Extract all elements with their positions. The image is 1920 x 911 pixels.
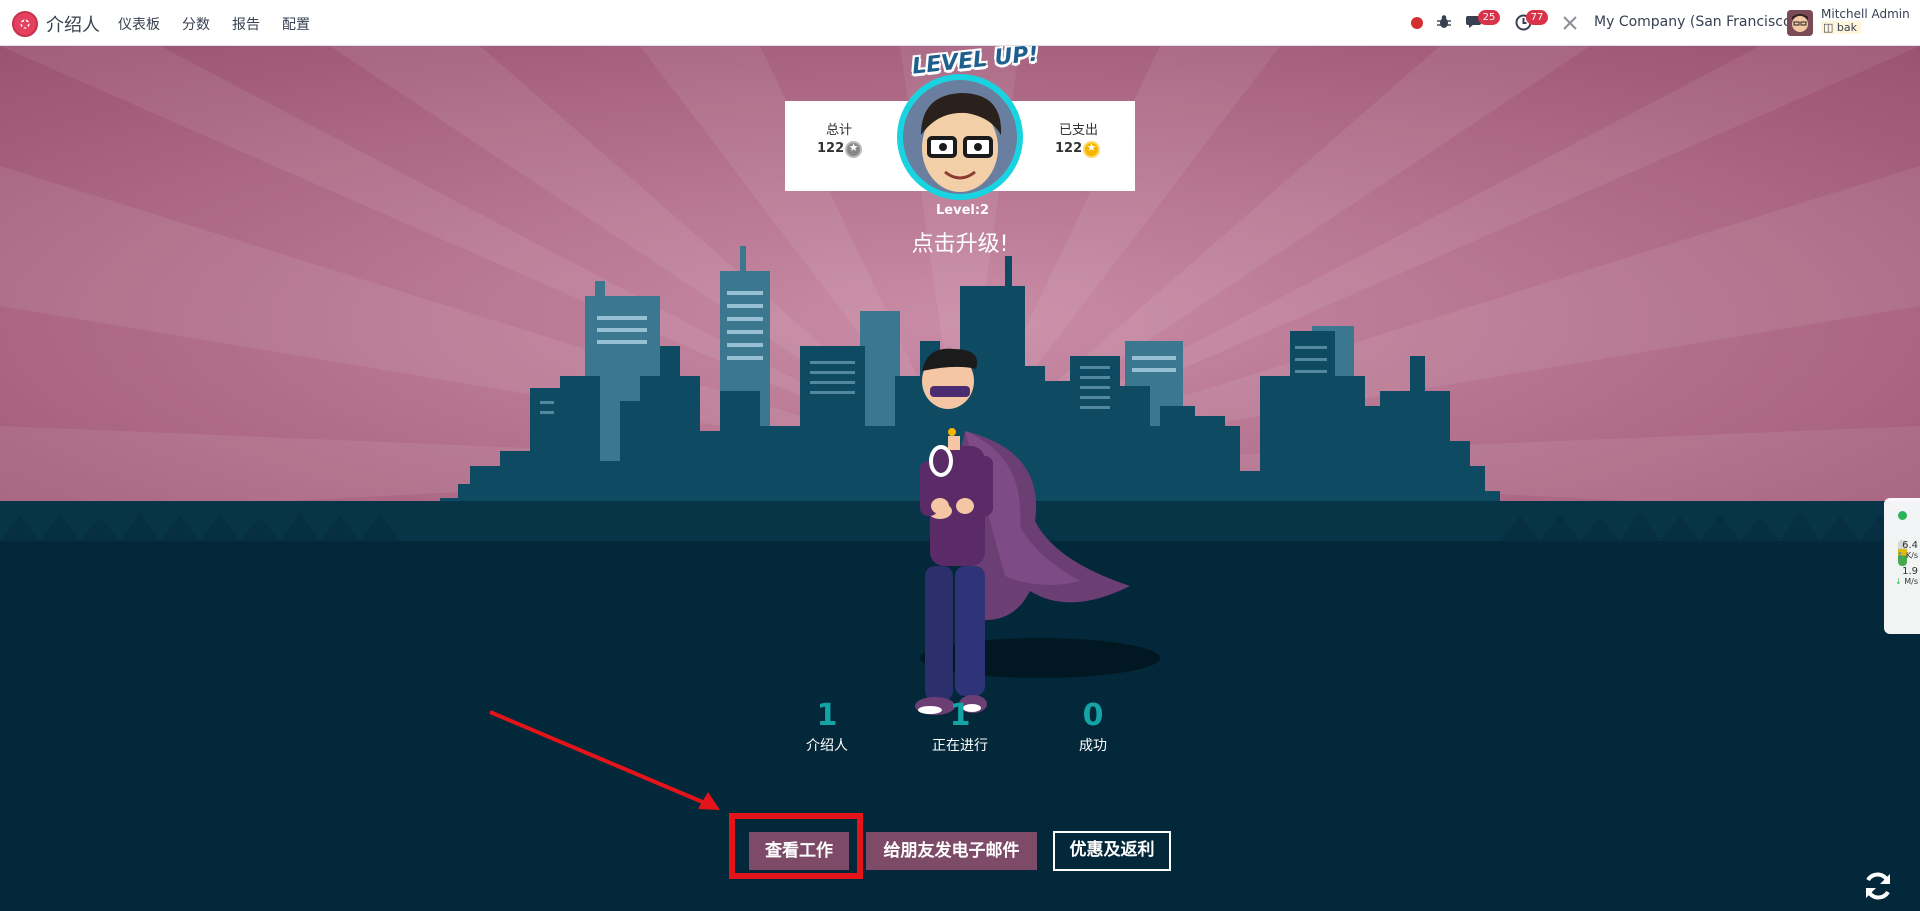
referral-app-icon[interactable] bbox=[12, 11, 38, 37]
email-friends-button[interactable]: 给朋友发电子邮件 bbox=[866, 832, 1037, 870]
download-arrow-icon: ↓ bbox=[1894, 577, 1902, 586]
download-speed: 1.9 ↓ M/s bbox=[1886, 566, 1918, 586]
level-label: Level:2 bbox=[936, 203, 990, 218]
spent-points-label: 已支出 bbox=[1059, 123, 1099, 138]
spent-points-value: 122 bbox=[1055, 141, 1083, 156]
level-up-prompt[interactable]: 点击升级! bbox=[900, 226, 1020, 258]
refresh-icon[interactable] bbox=[1862, 870, 1894, 902]
annotation-arrow bbox=[489, 710, 720, 810]
top-navbar: 介绍人 仪表板 分数 报告 配置 25 77 My Company (San F… bbox=[0, 0, 1920, 46]
upload-speed: 6.4 ↑ K/s bbox=[1886, 540, 1918, 560]
database-icon: ◫ bbox=[1823, 21, 1834, 34]
database-name-text: bak bbox=[1836, 21, 1857, 34]
upload-speed-value: 6.4 bbox=[1902, 540, 1918, 551]
user-avatar[interactable] bbox=[1787, 10, 1813, 36]
recording-dot-icon[interactable] bbox=[1411, 17, 1423, 29]
activities-count-badge: 77 bbox=[1526, 10, 1548, 25]
menu-configuration[interactable]: 配置 bbox=[282, 14, 310, 34]
bug-icon[interactable] bbox=[1436, 14, 1452, 30]
menu-points[interactable]: 分数 bbox=[182, 14, 210, 34]
status-dot-icon bbox=[1898, 511, 1907, 520]
stat-referrals-label: 介绍人 bbox=[806, 738, 848, 754]
stat-ongoing-value: 1 bbox=[949, 698, 971, 733]
database-name: ◫ bak bbox=[1821, 21, 1861, 34]
stat-successful-value: 0 bbox=[1082, 698, 1104, 733]
app-name[interactable]: 介绍人 bbox=[46, 11, 100, 37]
download-speed-unit: ↓ M/s bbox=[1894, 577, 1918, 586]
view-jobs-button[interactable]: 查看工作 bbox=[749, 832, 849, 870]
company-switcher[interactable]: My Company (San Francisco) bbox=[1594, 14, 1797, 30]
referral-dashboard-scene: 总计 122 ★ 已支出 122 ★ LEVEL UP! Level:2 点击升… bbox=[0, 46, 1920, 911]
menu-reporting[interactable]: 报告 bbox=[232, 14, 260, 34]
stat-ongoing-label: 正在进行 bbox=[932, 738, 988, 754]
menu-dashboard[interactable]: 仪表板 bbox=[118, 14, 160, 34]
total-points-value: 122 bbox=[817, 141, 845, 156]
main-menu: 仪表板 分数 报告 配置 bbox=[118, 14, 332, 34]
total-points-label: 总计 bbox=[826, 123, 853, 138]
rewards-button[interactable]: 优惠及返利 bbox=[1053, 831, 1171, 871]
download-speed-value: 1.9 bbox=[1902, 566, 1918, 577]
debug-tools-icon[interactable] bbox=[1562, 15, 1578, 31]
grey-coin-icon: ★ bbox=[845, 141, 862, 158]
gold-coin-icon: ★ bbox=[1083, 141, 1100, 158]
level-avatar[interactable] bbox=[897, 74, 1023, 200]
stat-ongoing[interactable]: 1 正在进行 bbox=[910, 698, 1010, 755]
stat-referrals[interactable]: 1 介绍人 bbox=[777, 698, 877, 755]
stat-successful[interactable]: 0 成功 bbox=[1043, 698, 1143, 755]
upload-speed-unit: ↑ K/s bbox=[1896, 551, 1918, 560]
user-name[interactable]: Mitchell Admin bbox=[1821, 7, 1910, 21]
messages-count-badge: 25 bbox=[1478, 10, 1500, 25]
stat-referrals-value: 1 bbox=[816, 698, 838, 733]
stat-successful-label: 成功 bbox=[1079, 738, 1107, 754]
upload-arrow-icon: ↑ bbox=[1896, 551, 1904, 560]
